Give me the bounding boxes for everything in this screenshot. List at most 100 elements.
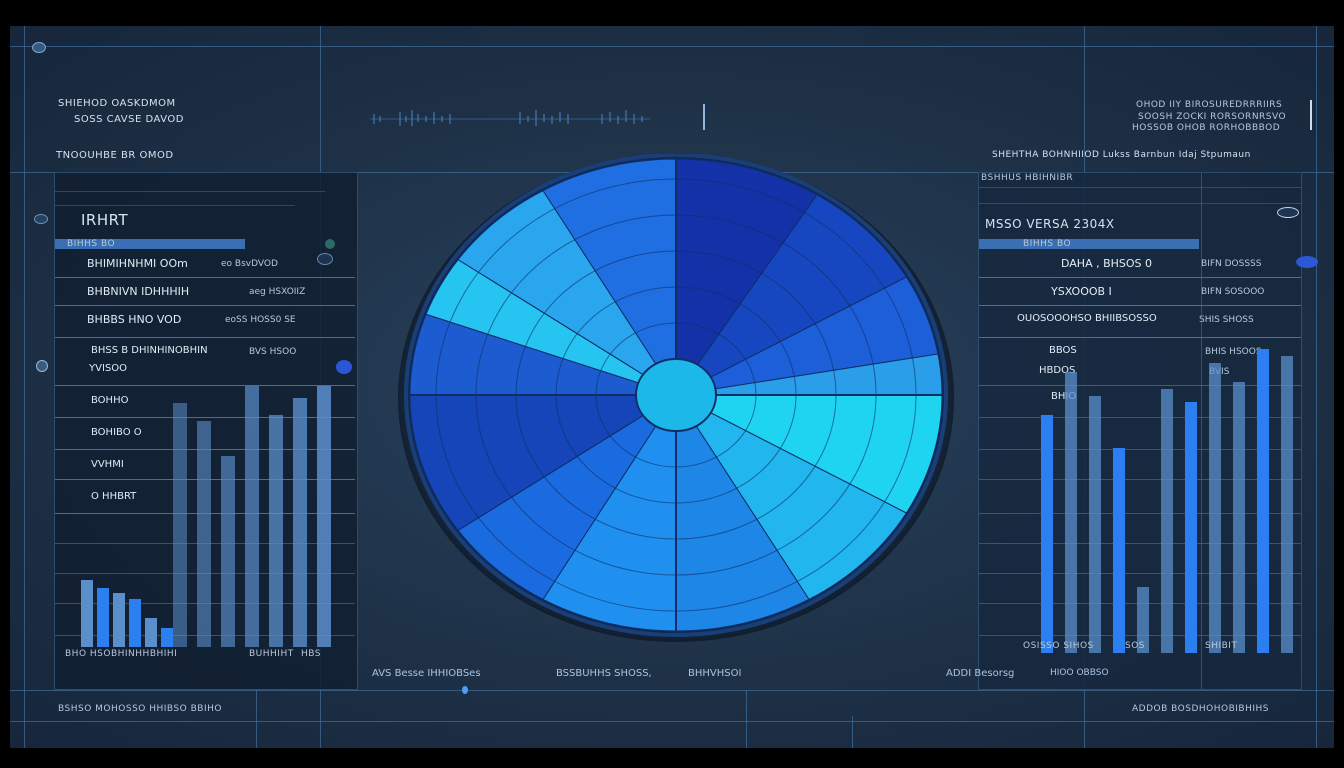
pin-icon[interactable] — [336, 360, 352, 374]
grid-line — [979, 187, 1301, 188]
grid-line — [55, 191, 325, 192]
list-item-label: O HHBRT — [91, 491, 137, 502]
chart-bar — [129, 599, 141, 647]
chart-bar — [1185, 402, 1197, 653]
handle-icon[interactable] — [34, 214, 48, 224]
list-item-label: VVHMI — [91, 459, 124, 470]
waveform-graph — [370, 104, 705, 130]
list-item-label: BHBNIVN IDHHHIH — [87, 285, 190, 298]
chart-bar — [1065, 372, 1077, 653]
list-item-label: BHIMIHNHMI OOm — [87, 257, 188, 270]
chart-bar — [81, 580, 93, 647]
list-item-value: eoSS HOSS0 SE — [225, 315, 296, 325]
chart-bar — [1233, 382, 1245, 653]
header-right-line3: HOSSOB OHOB RORHOBBBOD — [1132, 123, 1281, 133]
row-divider — [55, 277, 355, 278]
row-divider — [55, 337, 355, 338]
chart-caption: ADDI Besorsg — [946, 668, 1015, 679]
right-panel-title: MSSO VERSA 2304X — [985, 217, 1115, 231]
polar-area-chart — [398, 154, 954, 642]
chart-bar — [161, 628, 173, 647]
chart-bar — [245, 386, 259, 647]
list-item-label: BOHIBO O — [91, 427, 142, 438]
list-item-label: YSXOOOB I — [1051, 285, 1112, 298]
right-bar-group — [1041, 323, 1301, 653]
toggle-icon[interactable] — [1277, 207, 1299, 218]
left-panel-footer-far: HBS — [301, 649, 321, 659]
list-item-value: BVS HSOO — [249, 347, 297, 357]
left-panel-footer-right: BUHHIHT — [249, 649, 294, 659]
right-panel-tag: BIHHS BO — [1023, 239, 1072, 249]
chart-caption: BSSBUHHS SHOSS, — [556, 668, 652, 679]
chart-bar — [293, 398, 307, 647]
right-panel-footer: OSISSO SIHOS — [1023, 641, 1094, 651]
left-panel-tag: BIHHS BO — [67, 239, 116, 249]
right-panel-footer-mid: SOS — [1125, 641, 1146, 651]
grid-line — [746, 690, 747, 748]
chart-bar — [1257, 349, 1269, 653]
chart-bar — [221, 456, 235, 647]
chart-bar — [1281, 356, 1293, 653]
right-panel-label: BSHHUS HBIHNIBR — [981, 173, 1074, 183]
list-item-label: BHSS B DHINHINOBHIN — [91, 345, 208, 356]
chart-bar — [173, 403, 187, 647]
row-divider — [55, 305, 355, 306]
row-divider — [979, 305, 1301, 306]
chart-bar — [1209, 363, 1221, 653]
left-data-panel: IRHRT BIHHS BO BHIMIHNHMI OOm eo BsvDVOD… — [54, 172, 358, 690]
section-title-right: SHEHTHA BOHNHIIOD Lukss Barnbun Idaj Stp… — [992, 150, 1251, 160]
list-item-label: YVISOO — [89, 363, 127, 374]
left-panel-title: IRHRT — [81, 211, 129, 229]
list-item-label: BOHHO — [91, 395, 129, 406]
chart-bar — [1089, 396, 1101, 653]
chart-bar — [1113, 448, 1125, 653]
header-right-line2: SOOSH ZOCKI RORSORNRSVO — [1138, 112, 1287, 122]
header-right-line1: OHOD IIY BIROSUREDRRRIIRS — [1136, 100, 1283, 110]
grid-line — [979, 203, 1301, 204]
chart-bar — [113, 593, 125, 647]
chart-bar — [145, 618, 157, 647]
row-divider — [979, 277, 1301, 278]
chart-bar — [197, 421, 211, 647]
cursor-icon[interactable] — [462, 686, 468, 694]
list-item-value: BIFN SOSOOO — [1201, 287, 1265, 297]
chart-caption: BHHVHSOI — [688, 668, 742, 679]
list-item-label: BHBBS HNO VOD — [87, 313, 182, 326]
list-item-value: aeg HSXOIIZ — [249, 287, 306, 297]
header-title-line2: SOSS CAVSE DAVOD — [74, 114, 184, 125]
menu-icon[interactable] — [32, 42, 46, 53]
right-panel-footer-right: SHIBIT — [1205, 641, 1238, 651]
chart-caption: HIOO OBBSO — [1050, 668, 1109, 678]
grid-line — [24, 26, 25, 748]
grid-line — [1316, 26, 1317, 748]
chart-caption: AVS Besse IHHIOBSes — [372, 668, 481, 679]
footer-left: BSHSO MOHOSSO HHIBSO BBIHO — [58, 704, 222, 714]
chart-bar — [1161, 389, 1173, 653]
grid-line — [10, 46, 1334, 47]
pin-icon[interactable] — [1296, 256, 1318, 268]
grid-line — [256, 690, 257, 748]
right-data-panel: BSHHUS HBIHNIBR MSSO VERSA 2304X BIHHS B… — [978, 172, 1302, 690]
chart-bar — [97, 588, 109, 647]
grid-line — [10, 690, 1334, 691]
toggle-icon[interactable] — [317, 253, 333, 265]
chart-bar — [317, 386, 331, 647]
left-tall-bar-group — [173, 357, 343, 647]
left-small-bar-group — [81, 513, 177, 647]
grid-line — [852, 716, 853, 748]
grid-line — [10, 721, 1334, 722]
marker-icon[interactable] — [36, 360, 48, 372]
section-title-left: TNOOUHBE BR OMOD — [56, 150, 174, 161]
chart-bar — [269, 415, 283, 647]
left-panel-footer: BHO HSOBHINHHBHIHI — [65, 649, 178, 659]
header-title-line1: SHIEHOD OASKDMOM — [58, 98, 176, 109]
dashboard-screen: SHIEHOD OASKDMOM SOSS CAVSE DAVOD TNOOUH… — [10, 26, 1334, 748]
footer-right: ADDOB BOSDHOHOBIBHIHS — [1132, 704, 1269, 714]
grid-line — [55, 205, 295, 206]
list-item-value: BIFN DOSSSS — [1201, 259, 1262, 269]
list-item-label: DAHA , BHSOS 0 — [1061, 257, 1153, 270]
status-icon — [325, 239, 335, 249]
chart-bar — [1041, 415, 1053, 653]
list-item-value: eo BsvDVOD — [221, 259, 278, 269]
right-panel-tag-bg — [979, 239, 1199, 249]
